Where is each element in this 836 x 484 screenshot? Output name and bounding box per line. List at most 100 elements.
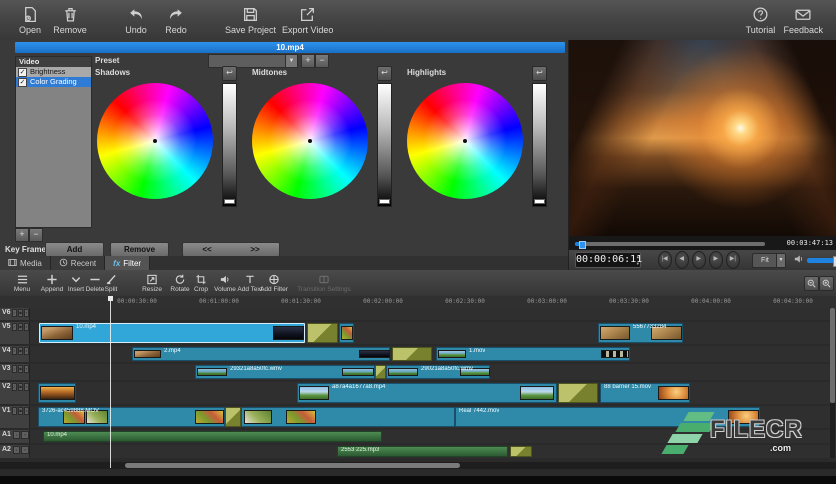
video-clip[interactable]: 88 barrier 15.mov — [600, 383, 690, 403]
keyframe-prev-button[interactable]: << — [202, 243, 211, 256]
add-filter-button[interactable]: Add Filter — [258, 271, 290, 295]
midtones-luma-slider[interactable] — [377, 83, 392, 207]
lock-icon[interactable]: ▪ — [23, 383, 29, 391]
tab-recent[interactable]: Recent — [50, 256, 106, 270]
transition-clip[interactable] — [558, 383, 598, 403]
resize-button[interactable]: Resize — [137, 271, 167, 295]
mute-icon[interactable]: ♪ — [12, 446, 21, 454]
video-clip[interactable] — [241, 407, 455, 427]
video-clip[interactable]: 2.mp4 — [132, 347, 390, 361]
audio-clip[interactable]: 2553 225.mp3 — [337, 446, 508, 457]
open-button[interactable]: Open — [10, 1, 50, 39]
hide-icon[interactable]: ◉ — [17, 407, 23, 415]
mute-icon[interactable]: ♪ — [11, 365, 17, 373]
step-forward-button[interactable]: ▶ — [708, 251, 723, 269]
hide-icon[interactable]: ◉ — [17, 347, 23, 355]
video-clip[interactable] — [38, 383, 76, 403]
video-clip[interactable]: a87a4a1677a8.mp4 — [297, 383, 557, 403]
seek-bar[interactable] — [575, 241, 765, 249]
lock-icon[interactable]: ▪ — [21, 431, 30, 439]
timeline-zoom-out-button[interactable] — [804, 276, 819, 291]
lock-icon[interactable]: ▪ — [23, 323, 29, 331]
preset-add-button[interactable]: + — [301, 54, 315, 68]
keyframe-next-button[interactable]: >> — [250, 243, 259, 256]
keyframe-add-button[interactable]: Add — [45, 242, 104, 257]
undo-button[interactable]: Undo — [116, 1, 156, 39]
volume-handle[interactable] — [832, 255, 836, 267]
mute-icon[interactable]: ♪ — [11, 383, 17, 391]
mute-icon[interactable]: ♪ — [12, 431, 21, 439]
transition-clip[interactable] — [510, 446, 532, 457]
remove-filter-minus-button[interactable]: − — [29, 228, 43, 242]
color-grading-checkbox[interactable] — [18, 77, 27, 87]
hide-icon[interactable]: ◉ — [17, 309, 23, 317]
highlights-color-wheel[interactable] — [407, 83, 523, 199]
hide-icon[interactable]: ◉ — [17, 323, 23, 331]
volume-slider[interactable] — [807, 255, 836, 267]
seek-handle[interactable] — [578, 241, 586, 249]
transition-clip[interactable] — [307, 323, 338, 343]
highlights-reset-button[interactable]: ↩ — [532, 66, 547, 81]
split-button[interactable]: Split — [97, 271, 125, 295]
track-lane[interactable]: 29321a8a50fc.wmv 29021a8a50fc.wmv — [30, 364, 836, 380]
video-clip[interactable]: 29021a8a50fc.wmv — [386, 365, 490, 379]
track-lane[interactable]: a87a4a1677a8.mp4 88 barrier 15.mov — [30, 382, 836, 404]
video-clip[interactable] — [339, 323, 354, 343]
transition-settings-button[interactable]: Transition Settings — [292, 271, 356, 295]
redo-button[interactable]: Redo — [156, 1, 196, 39]
track-lane[interactable] — [30, 308, 836, 320]
tab-media[interactable]: Media — [0, 256, 51, 270]
mute-icon[interactable]: ♪ — [11, 309, 17, 317]
transition-clip[interactable] — [392, 347, 432, 361]
keyframe-remove-button[interactable]: Remove — [110, 242, 169, 257]
chevron-down-icon[interactable]: ▼ — [285, 55, 297, 67]
keyframe-nav-buttons[interactable]: << >> — [182, 242, 280, 257]
filter-item-brightness[interactable]: Brightness — [16, 67, 91, 77]
lock-icon[interactable]: ▪ — [23, 309, 29, 317]
mute-icon[interactable]: ♪ — [11, 347, 17, 355]
track-lane[interactable]: 2.mp4 1.mov — [30, 346, 836, 362]
video-clip[interactable]: 29321a8a50fc.wmv — [195, 365, 375, 379]
mute-icon[interactable]: ♪ — [11, 407, 17, 415]
lock-icon[interactable]: ▪ — [21, 446, 30, 454]
shadows-reset-button[interactable]: ↩ — [222, 66, 237, 81]
preset-remove-button[interactable]: − — [315, 54, 329, 68]
highlights-luma-slider[interactable] — [532, 83, 547, 207]
midtones-reset-button[interactable]: ↩ — [377, 66, 392, 81]
video-clip[interactable]: 5567733284 — [598, 323, 683, 343]
tutorial-button[interactable]: Tutorial — [740, 1, 780, 39]
add-filter-plus-button[interactable]: + — [15, 228, 29, 242]
track-lane[interactable]: 10.mp4 5567733284 — [30, 322, 836, 344]
time-spinner[interactable]: ▲ ▼ — [637, 253, 639, 267]
vertical-scrollbar[interactable] — [830, 308, 835, 458]
speaker-icon[interactable] — [794, 251, 804, 269]
feedback-button[interactable]: Feedback — [780, 1, 826, 39]
transition-clip[interactable] — [225, 407, 241, 427]
video-clip[interactable]: 10.mp4 — [39, 323, 305, 343]
playhead[interactable] — [108, 296, 113, 468]
scrollbar-thumb[interactable] — [125, 463, 460, 468]
midtones-color-wheel[interactable] — [252, 83, 368, 199]
shadows-color-wheel[interactable] — [97, 83, 213, 199]
play-button[interactable]: ▶ — [691, 251, 706, 269]
tab-filter[interactable]: fx Filter — [105, 256, 151, 270]
scrollbar-thumb[interactable] — [830, 308, 835, 403]
horizontal-scrollbar[interactable] — [0, 462, 836, 469]
audio-clip[interactable]: 10.mp4 — [43, 431, 382, 442]
hide-icon[interactable]: ◉ — [17, 365, 23, 373]
export-video-button[interactable]: Export Video — [279, 1, 336, 39]
timeline-menu-button[interactable]: Menu — [4, 271, 40, 295]
filter-item-color-grading[interactable]: Color Grading — [16, 77, 91, 87]
remove-button[interactable]: Remove — [50, 1, 90, 39]
hide-icon[interactable]: ◉ — [17, 383, 23, 391]
chevron-down-icon[interactable]: ▼ — [776, 253, 785, 267]
lock-icon[interactable]: ▪ — [23, 365, 29, 373]
video-clip[interactable]: 1.mov — [436, 347, 630, 361]
timeline-zoom-in-button[interactable] — [819, 276, 834, 291]
brightness-checkbox[interactable] — [18, 67, 27, 77]
step-back-button[interactable]: ◀ — [674, 251, 689, 269]
mute-icon[interactable]: ♪ — [11, 323, 17, 331]
video-clip[interactable]: 3726-ac459888.MOV — [38, 407, 225, 427]
lock-icon[interactable]: ▪ — [23, 407, 29, 415]
skip-start-button[interactable]: |◀ — [657, 251, 672, 269]
